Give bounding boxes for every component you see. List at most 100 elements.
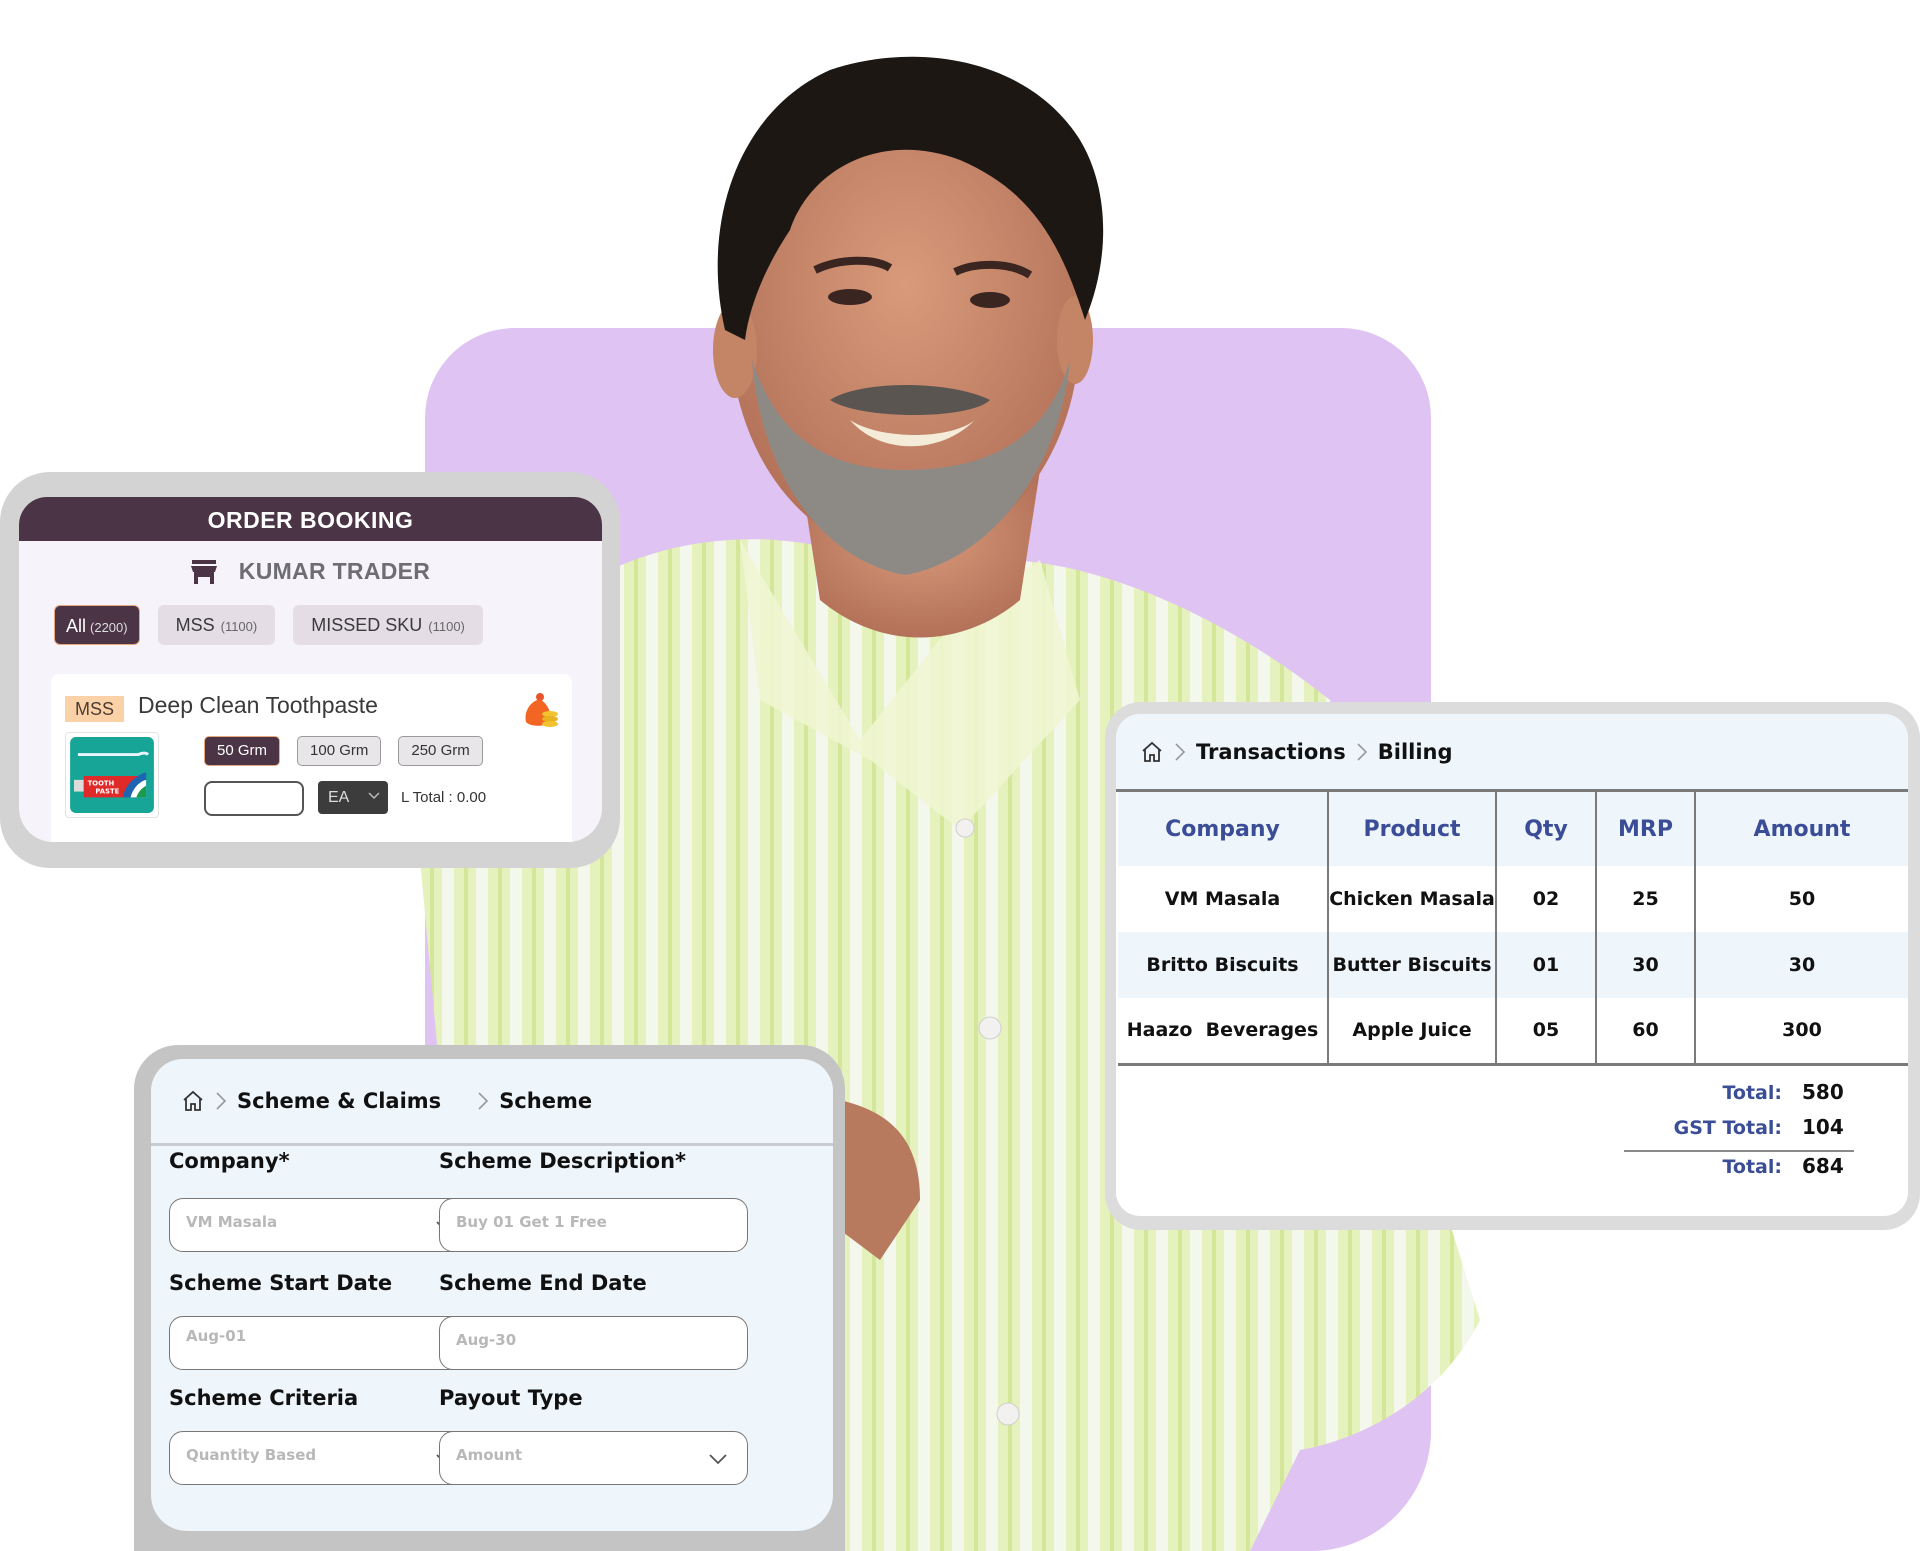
cell-qty: 05 [1495,998,1596,1066]
column-header: Product [1327,792,1496,866]
total-value: 580 [1802,1080,1844,1104]
end-date-input[interactable]: Aug-30 [439,1316,748,1370]
chevron-right-icon [1175,742,1186,761]
select-value: VM Masala [186,1213,278,1231]
cell-mrp: 60 [1595,998,1695,1066]
trader-name: KUMAR TRADER [238,558,431,584]
column-header: Amount [1694,792,1908,866]
size-option[interactable]: 250 Grm [398,736,483,766]
field-label: Scheme Start Date [169,1271,393,1295]
gst-total-value: 104 [1802,1115,1844,1139]
field-label: Payout Type [439,1386,583,1410]
tab-count: (1100) [428,619,465,634]
cell-qty: 01 [1495,932,1596,998]
start-date-field: Scheme Start Date Aug-01 [169,1271,475,1370]
billing-table: Company Product Qty MRP Amount VM Masala… [1118,792,1908,1066]
store-icon [190,559,217,584]
criteria-select[interactable]: Quantity Based [169,1431,475,1485]
cell-product: Chicken Masala [1327,866,1496,932]
breadcrumb-billing[interactable]: Billing [1378,740,1453,764]
end-date-field: Scheme End Date Aug-30 [439,1271,748,1370]
total-label: Total: [1722,1082,1782,1104]
home-icon[interactable] [181,1089,205,1113]
cell-amount: 300 [1694,998,1908,1066]
cell-company: Britto Biscuits [1118,932,1328,998]
mss-badge: MSS [65,696,125,722]
start-date-input[interactable]: Aug-01 [169,1316,475,1370]
product-image: TOOTH PASTE [65,732,159,818]
breadcrumb-transactions[interactable]: Transactions [1196,740,1346,764]
chevron-down-icon [368,792,380,800]
cell-product: Butter Biscuits [1327,932,1496,998]
cell-mrp: 30 [1595,932,1695,998]
cell-company: VM Masala [1164,888,1281,910]
cell-amount: 30 [1694,932,1908,998]
table-row[interactable]: VM Masala Chicken Masala 02 25 50 [1118,866,1908,932]
field-label: Scheme Description* [439,1149,687,1173]
breadcrumb-scheme-claims[interactable]: Scheme & Claims [237,1089,441,1113]
column-header: Qty [1495,792,1596,866]
cell-product: Apple Juice [1327,998,1496,1066]
order-filter-tabs: All (2200) MSS (1100) MISSED SKU (1100) [54,605,602,645]
tab-mss[interactable]: MSS (1100) [157,605,276,645]
cell-company: Haazo Beverages [1118,998,1328,1066]
image-label: TOOTH [88,780,115,788]
tab-count: (2200) [90,620,128,635]
quantity-input[interactable] [204,781,304,816]
payout-select[interactable]: Amount [439,1431,748,1485]
table-row[interactable]: Britto Biscuits Butter Biscuits 01 30 30 [1118,932,1908,998]
criteria-field: Scheme Criteria Quantity Based [169,1386,475,1485]
breadcrumb-scheme[interactable]: Scheme [499,1089,592,1113]
money-bag-icon[interactable] [520,692,560,728]
tab-all[interactable]: All (2200) [54,605,140,645]
column-header: MRP [1595,792,1695,866]
grand-total-label: Total: [1722,1156,1782,1178]
uom-select[interactable]: EA [318,781,388,814]
size-option[interactable]: 50 Grm [204,736,281,766]
select-value: Quantity Based [186,1446,317,1464]
gst-total-row: GST Total: 104 [1624,1115,1854,1150]
company-field: Company* VM Masala [169,1149,475,1252]
scheme-card: Scheme & Claims Scheme Company* VM Masal… [151,1059,833,1531]
chevron-down-icon [709,1454,727,1465]
chevron-right-icon [216,1092,227,1110]
tab-label: MSS [175,615,215,635]
table-header-row: Company Product Qty MRP Amount [1118,792,1908,866]
order-booking-title: ORDER BOOKING [19,497,602,541]
image-label: PASTE [95,788,119,796]
field-label: Scheme End Date [439,1271,647,1295]
uom-value: EA [328,789,350,806]
product-name: Deep Clean Toothpaste [138,692,378,718]
size-option[interactable]: 100 Grm [297,736,382,766]
chevron-right-icon [478,1092,489,1110]
tab-label: MISSED SKU [311,615,423,635]
description-input[interactable]: Buy 01 Get 1 Free [439,1198,748,1252]
line-total: L Total : 0.00 [401,789,487,806]
tab-missed-sku[interactable]: MISSED SKU (1100) [293,605,483,645]
tab-label: All [66,616,87,636]
grand-total-value: 684 [1802,1154,1844,1178]
totals-summary: Total: 580 GST Total: 104 Total: 684 [1624,1080,1854,1185]
chevron-right-icon [1357,742,1367,761]
cell-amount: 50 [1694,866,1908,932]
billing-card: Transactions Billing Company Product Qty… [1116,714,1908,1216]
table-row[interactable]: Haazo Beverages Apple Juice 05 60 300 [1118,998,1908,1066]
grand-total-row: Total: 684 [1624,1150,1854,1185]
breadcrumb: Transactions Billing [1116,714,1908,792]
cell-mrp: 25 [1595,866,1695,932]
product-card: MSS Deep Clean Toothpaste TOOTH PASTE 50… [51,674,572,842]
company-select[interactable]: VM Masala [169,1198,475,1252]
field-label: Scheme Criteria [169,1386,359,1410]
subtotal-row: Total: 580 [1624,1080,1854,1115]
column-header: Company [1118,792,1328,866]
home-icon[interactable] [1140,740,1164,764]
tab-count: (1100) [220,619,258,634]
field-label: Company* [169,1149,290,1173]
breadcrumb: Scheme & Claims Scheme [151,1059,833,1146]
payout-field: Payout Type Amount [439,1386,748,1485]
trader-heading: KUMAR TRADER [19,558,602,585]
gst-total-label: GST Total: [1673,1117,1782,1139]
size-options: 50 Grm 100 Grm 250 Grm [204,736,483,766]
cell-qty: 02 [1495,866,1596,932]
order-booking-card: ORDER BOOKING KUMAR TRADER All (2200) MSS… [19,497,602,842]
